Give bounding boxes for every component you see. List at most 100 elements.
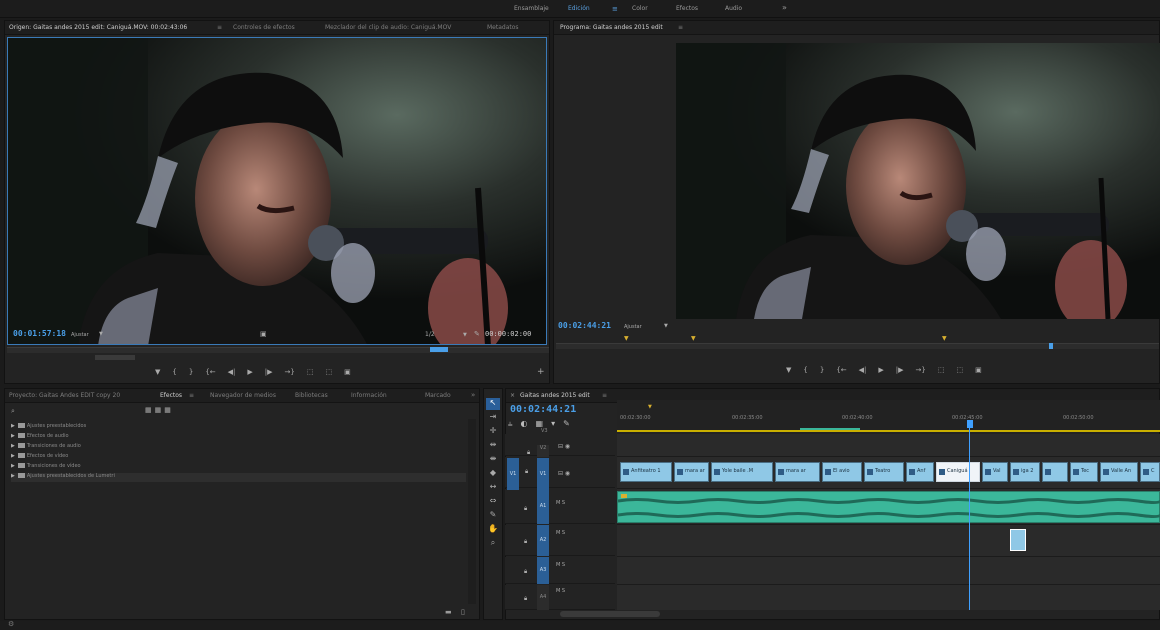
video-clip[interactable]: C	[1140, 462, 1160, 482]
overwrite-icon[interactable]: ⬚	[326, 368, 333, 378]
new-bin-icon[interactable]: ▬	[445, 608, 452, 616]
workspace-overflow-icon[interactable]: »	[782, 3, 787, 12]
trash-icon[interactable]: ▯	[461, 608, 465, 616]
timeline-timecode[interactable]: 00:02:44:21	[510, 404, 576, 415]
track-target-a3[interactable]: A3	[537, 557, 549, 584]
video-clip[interactable]: El avio	[822, 462, 862, 482]
play-icon[interactable]: ▶	[247, 368, 252, 378]
tab-source[interactable]: Origen: Gaitas andes 2015 edit: Caniguá.…	[9, 24, 187, 31]
extract-icon[interactable]: ⬚	[957, 366, 964, 376]
32bit-effects-icon[interactable]: ▦	[155, 406, 165, 414]
step-back-icon[interactable]: ◀|	[228, 368, 236, 378]
expand-triangle-icon[interactable]: ▶	[11, 473, 15, 479]
video-clip[interactable]: Anf	[906, 462, 934, 482]
source-patch-v1[interactable]: V1	[507, 458, 519, 490]
tree-item-audio-transitions[interactable]: ▶ Transiciones de audio	[11, 443, 81, 452]
tab-metadata[interactable]: Metadatos	[487, 24, 519, 31]
expand-triangle-icon[interactable]: ▶	[11, 453, 15, 459]
video-clip[interactable]: iga 2	[1010, 462, 1040, 482]
lock-icon[interactable]: 🔒︎	[524, 595, 527, 603]
video-clip[interactable]: mara ar	[674, 462, 709, 482]
search-icon[interactable]: ⌕	[11, 407, 15, 416]
sync-lock-icon[interactable]: ⊟ ◉	[558, 443, 570, 450]
go-to-out-icon[interactable]: →}	[916, 366, 926, 376]
track-mute-solo-a1[interactable]: M S	[556, 500, 565, 506]
tabs-overflow-icon[interactable]: »	[471, 391, 475, 399]
tree-item-presets[interactable]: ▶ Ajustes preestablecidos	[11, 423, 86, 432]
chevron-down-icon[interactable]: ▼	[664, 323, 668, 329]
tab-libraries[interactable]: Bibliotecas	[295, 392, 328, 399]
audio-clip-a1[interactable]	[617, 491, 1160, 523]
expand-triangle-icon[interactable]: ▶	[11, 463, 15, 469]
expand-triangle-icon[interactable]: ▶	[11, 423, 15, 429]
tree-item-audio-effects[interactable]: ▶ Efectos de audio	[11, 433, 69, 442]
search-input[interactable]	[21, 406, 141, 415]
yuv-effects-icon[interactable]: ▦	[164, 406, 174, 414]
video-clip[interactable]: Teatro	[864, 462, 904, 482]
workspace-edicion[interactable]: Edición	[568, 5, 590, 12]
pen-tool-icon[interactable]: ✎	[486, 510, 500, 522]
program-scrub-bar[interactable]	[556, 343, 1159, 349]
export-frame-icon[interactable]: ▣	[975, 366, 982, 376]
mark-out-icon[interactable]: }	[820, 366, 824, 376]
razor-tool-icon[interactable]: ◆	[486, 468, 500, 480]
track-target-v2[interactable]: V2	[537, 445, 549, 457]
source-video-frame[interactable]	[7, 37, 547, 345]
track-target-a4[interactable]: A4	[537, 585, 549, 610]
source-in-out-range[interactable]	[430, 347, 448, 352]
add-marker-icon[interactable]: ▼	[786, 366, 791, 376]
source-fit-dropdown[interactable]: Ajustar	[71, 332, 89, 338]
expand-triangle-icon[interactable]: ▶	[11, 443, 15, 449]
lock-icon[interactable]: 🔒︎	[524, 538, 527, 546]
panel-menu-icon[interactable]: ≡	[678, 24, 683, 31]
tab-audio-clip-mixer[interactable]: Mezclador del clip de audio: Caniguá.MOV	[325, 24, 451, 31]
marker-icon[interactable]: ▼	[648, 404, 652, 410]
vertical-scrollbar[interactable]	[468, 419, 476, 604]
wrench-icon[interactable]: ✎	[563, 419, 578, 428]
track-target-a1[interactable]: A1	[537, 489, 549, 524]
step-forward-icon[interactable]: |▶	[265, 368, 273, 378]
go-to-in-icon[interactable]: {←	[205, 368, 215, 378]
panel-menu-icon[interactable]: ≡	[602, 392, 607, 399]
lift-icon[interactable]: ⬚	[938, 366, 945, 376]
tab-media-browser[interactable]: Navegador de medios	[210, 392, 276, 399]
video-clip[interactable]: Yole baile .M	[711, 462, 773, 482]
lock-icon[interactable]: 🔒︎	[527, 449, 530, 457]
workspace-efectos[interactable]: Efectos	[676, 5, 698, 12]
tab-effects[interactable]: Efectos	[160, 392, 182, 399]
step-forward-icon[interactable]: |▶	[896, 366, 904, 376]
add-marker-icon[interactable]: ▦	[536, 419, 552, 428]
slip-tool-icon[interactable]: ↔	[486, 482, 500, 494]
track-target-a2[interactable]: A2	[537, 525, 549, 556]
workspace-ensamblaje[interactable]: Ensamblaje	[514, 5, 549, 12]
add-marker-icon[interactable]: ▼	[155, 368, 160, 378]
tree-item-video-transitions[interactable]: ▶ Transiciones de vídeo	[11, 463, 81, 472]
linked-selection-icon[interactable]: ◐	[521, 419, 536, 428]
selection-tool-icon[interactable]: ↖	[486, 398, 500, 410]
zoom-tool-icon[interactable]: ⌕	[486, 538, 500, 550]
workspace-color[interactable]: Color	[632, 5, 648, 12]
tab-program[interactable]: Programa: Gaitas andes 2015 edit	[560, 24, 663, 31]
panel-menu-icon[interactable]: ≡	[217, 24, 222, 31]
track-mute-solo-a4[interactable]: M S	[556, 588, 565, 594]
tree-item-video-effects[interactable]: ▶ Efectos de vídeo	[11, 453, 68, 462]
program-fit-dropdown[interactable]: Ajustar	[624, 324, 642, 330]
playhead-line[interactable]	[969, 428, 970, 610]
expand-triangle-icon[interactable]: ▶	[11, 433, 15, 439]
lock-icon[interactable]: 🔒︎	[524, 505, 527, 513]
video-clip-selected[interactable]: Caniguá	[936, 462, 980, 482]
marker-icon[interactable]: ▼	[624, 335, 629, 342]
wrench-icon[interactable]: ✎	[474, 330, 480, 338]
rolling-edit-tool-icon[interactable]: ⇹	[486, 440, 500, 452]
play-icon[interactable]: ▶	[878, 366, 883, 376]
tree-item-lumetri-presets[interactable]: ▶ Ajustes preestablecidos de Lumetri	[11, 473, 466, 482]
timeline-zoom-scrollbar[interactable]	[560, 611, 660, 617]
program-playhead[interactable]	[1049, 343, 1053, 349]
slide-tool-icon[interactable]: ⇔	[486, 496, 500, 508]
chevron-down-icon[interactable]: ▼	[99, 331, 103, 337]
tab-sequence[interactable]: Gaitas andes 2015 edit	[520, 392, 590, 399]
video-clip[interactable]: Tec	[1070, 462, 1098, 482]
marker-icon[interactable]: ▾	[551, 419, 563, 428]
source-timecode-current[interactable]: 00:01:57:18	[13, 329, 66, 338]
accelerated-effects-icon[interactable]: ▦	[145, 406, 155, 414]
